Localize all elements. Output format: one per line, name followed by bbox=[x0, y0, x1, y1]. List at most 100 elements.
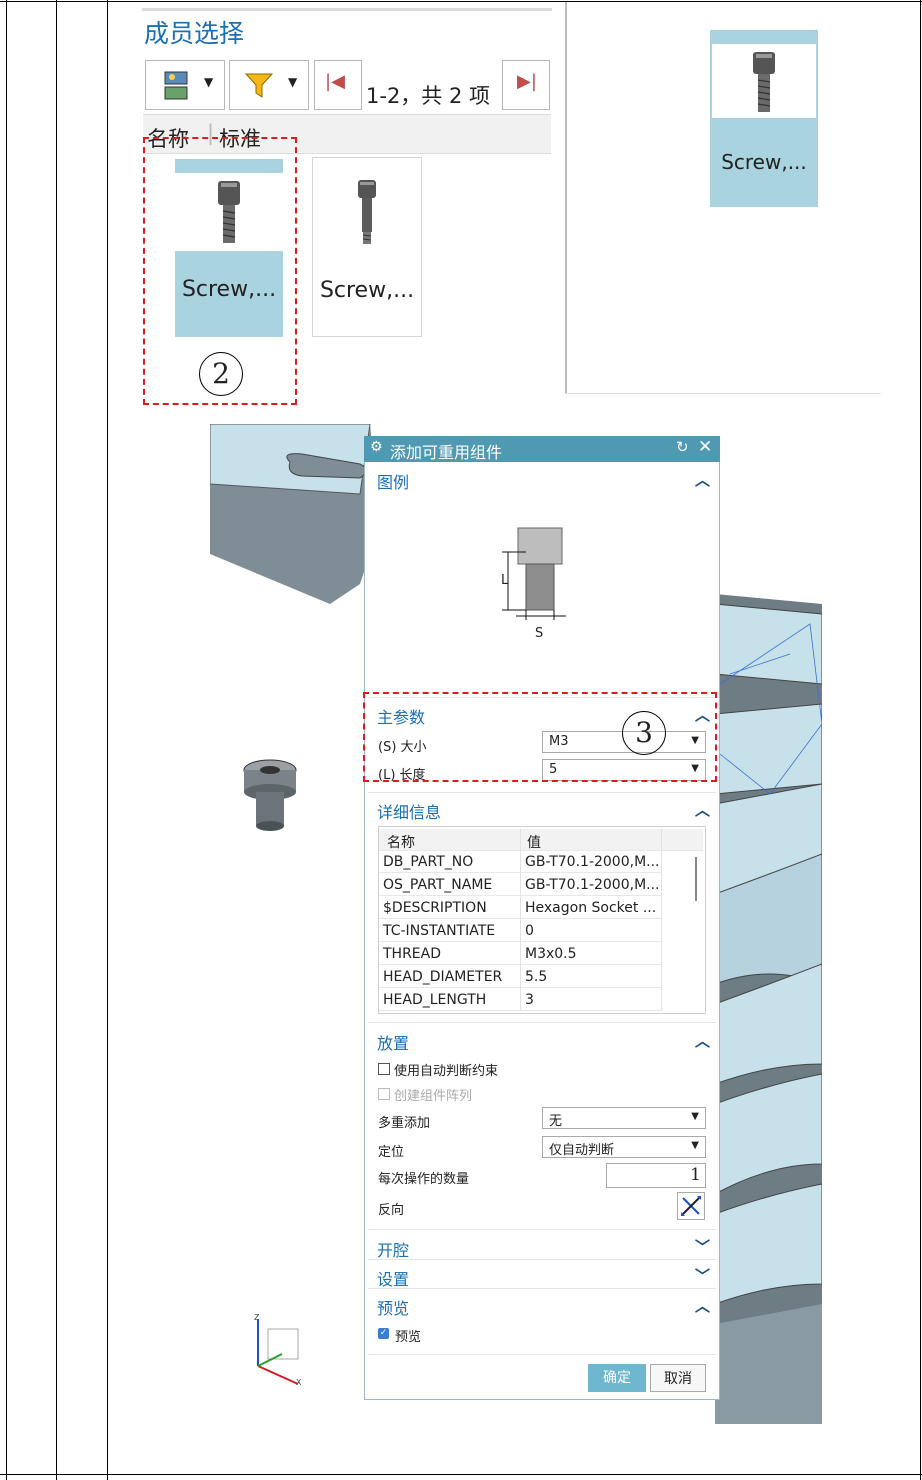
table-row[interactable]: HEAD_DIAMETER 5.5 bbox=[379, 966, 661, 988]
close-icon[interactable]: ✕ bbox=[698, 437, 712, 457]
member-card[interactable]: Screw,... bbox=[312, 157, 422, 337]
separator bbox=[368, 1022, 716, 1023]
details-heading[interactable]: 详细信息 bbox=[377, 799, 441, 823]
position-value: 仅自动判断 bbox=[549, 1143, 615, 1158]
count-value: 1 bbox=[690, 1165, 701, 1185]
grid-scrollbar[interactable] bbox=[695, 857, 697, 901]
placement-heading[interactable]: 放置 bbox=[377, 1030, 409, 1054]
grid-column-divider bbox=[661, 829, 662, 1011]
dialog-title: 添加可重用组件 bbox=[390, 443, 503, 462]
preview-heading[interactable]: 预览 bbox=[377, 1295, 409, 1319]
chevron-down-icon: ▼ bbox=[288, 75, 298, 89]
separator bbox=[368, 1288, 716, 1289]
details-grid[interactable]: 名称 值 DB_PART_NO GB-T70.1-2000,M... OS_PAR… bbox=[378, 826, 706, 1014]
table-border-col1 bbox=[56, 0, 57, 1480]
collapse-icon[interactable]: ︿ bbox=[695, 469, 710, 490]
ok-button[interactable]: 确定 bbox=[588, 1364, 646, 1392]
auto-constraint-label: 使用自动判断约束 bbox=[394, 1064, 499, 1079]
multi-add-label: 多重添加 bbox=[378, 1116, 431, 1131]
chevron-down-icon: ▼ bbox=[204, 75, 214, 89]
table-row[interactable]: $DESCRIPTION Hexagon Socket ... bbox=[379, 897, 661, 919]
row-value: 5.5 bbox=[525, 969, 548, 985]
row-value: 3 bbox=[525, 992, 534, 1008]
row-value: GB-T70.1-2000,M... bbox=[525, 877, 660, 893]
create-array-label: 创建组件阵列 bbox=[394, 1089, 473, 1104]
last-page-icon: ▶| bbox=[517, 71, 537, 92]
multi-add-select[interactable]: 无 ▼ bbox=[542, 1107, 706, 1129]
row-name: OS_PART_NAME bbox=[383, 877, 493, 893]
dialog-title-bar: ⚙ 添加可重用组件 ↻ ✕ bbox=[364, 436, 720, 462]
row-name: DB_PART_NO bbox=[383, 854, 474, 870]
triad-z-label: Z bbox=[254, 1313, 260, 1322]
last-page-button[interactable]: ▶| bbox=[502, 60, 550, 110]
reverse-direction-icon bbox=[681, 1196, 701, 1216]
row-name: TC-INSTANTIATE bbox=[383, 923, 496, 939]
table-border-col2 bbox=[107, 0, 108, 1480]
step-marker-3: 3 bbox=[622, 711, 666, 755]
table-border-left bbox=[6, 0, 7, 1480]
table-row[interactable]: TC-INSTANTIATE 0 bbox=[379, 920, 661, 942]
preview-thumbnail bbox=[712, 44, 816, 118]
table-row[interactable]: OS_PART_NAME GB-T70.1-2000,M... bbox=[379, 874, 661, 896]
expand-icon[interactable]: ﹀ bbox=[695, 1265, 710, 1286]
row-name: $DESCRIPTION bbox=[383, 900, 487, 916]
separator bbox=[368, 1354, 716, 1355]
filter-button[interactable]: ▼ bbox=[229, 60, 309, 110]
card-label: Screw,... bbox=[319, 278, 415, 303]
row-value: GB-T70.1-2000,M... bbox=[525, 854, 660, 870]
reverse-button[interactable] bbox=[677, 1192, 705, 1220]
view-mode-button[interactable]: ▼ bbox=[145, 60, 225, 110]
collapse-icon[interactable]: ︿ bbox=[695, 1295, 710, 1316]
first-page-icon: |◀ bbox=[325, 71, 345, 92]
member-select-title: 成员选择 bbox=[144, 19, 245, 48]
table-border-right bbox=[920, 0, 921, 1480]
grid-col-name: 名称 bbox=[387, 835, 415, 851]
collapse-icon[interactable]: ︿ bbox=[695, 1030, 710, 1051]
separator bbox=[368, 1229, 716, 1230]
position-select[interactable]: 仅自动判断 ▼ bbox=[542, 1136, 706, 1158]
screw-icon bbox=[753, 52, 775, 112]
chevron-down-icon: ▼ bbox=[691, 1140, 699, 1151]
create-array-checkbox[interactable] bbox=[378, 1088, 390, 1100]
cancel-button[interactable]: 取消 bbox=[650, 1364, 706, 1392]
position-label: 定位 bbox=[378, 1145, 405, 1160]
multi-add-value: 无 bbox=[549, 1114, 563, 1129]
preview-checkbox[interactable]: ✓ bbox=[378, 1328, 389, 1339]
preview-checkbox-label: 预览 bbox=[395, 1330, 422, 1345]
table-row[interactable]: THREAD M3x0.5 bbox=[379, 943, 661, 965]
count-label: 每次操作的数量 bbox=[378, 1172, 470, 1187]
expand-icon[interactable]: ﹀ bbox=[695, 1236, 710, 1257]
panel-top-border bbox=[142, 8, 552, 11]
filter-icon bbox=[244, 73, 274, 98]
shoulder-screw-icon bbox=[358, 180, 376, 244]
collapse-icon[interactable]: ︿ bbox=[695, 799, 710, 820]
grid-header: 名称 值 bbox=[379, 829, 703, 851]
row-name: THREAD bbox=[383, 946, 442, 962]
image-view-icon bbox=[164, 71, 188, 100]
step-marker-2: 2 bbox=[199, 352, 243, 396]
screw-3d-model bbox=[243, 759, 297, 831]
chevron-down-icon: ▼ bbox=[691, 1111, 699, 1122]
panel-divider bbox=[565, 2, 567, 394]
triad-x-label: X bbox=[296, 1378, 302, 1387]
reverse-label: 反向 bbox=[378, 1203, 405, 1218]
row-name: HEAD_DIAMETER bbox=[383, 969, 503, 985]
settings-heading[interactable]: 设置 bbox=[377, 1266, 409, 1290]
cavity-heading[interactable]: 开腔 bbox=[377, 1237, 409, 1261]
row-value: M3x0.5 bbox=[525, 946, 577, 962]
gear-icon: ⚙ bbox=[370, 439, 383, 455]
table-row[interactable]: HEAD_LENGTH 3 bbox=[379, 989, 661, 1011]
preview-card: Screw,... bbox=[710, 30, 818, 207]
paging-text: 1-2，共 2 项 bbox=[366, 84, 491, 108]
separator bbox=[368, 792, 716, 793]
panel-bottom-line bbox=[565, 393, 881, 394]
table-border-bottom bbox=[0, 1474, 922, 1475]
first-page-button[interactable]: |◀ bbox=[314, 60, 362, 110]
auto-constraint-checkbox[interactable] bbox=[378, 1063, 390, 1075]
reset-icon[interactable]: ↻ bbox=[676, 438, 689, 456]
count-input[interactable]: 1 bbox=[606, 1163, 706, 1188]
table-row[interactable]: DB_PART_NO GB-T70.1-2000,M... bbox=[379, 851, 661, 873]
separator bbox=[368, 1259, 716, 1260]
row-value: Hexagon Socket ... bbox=[525, 900, 657, 916]
legend-heading[interactable]: 图例 bbox=[377, 469, 409, 493]
